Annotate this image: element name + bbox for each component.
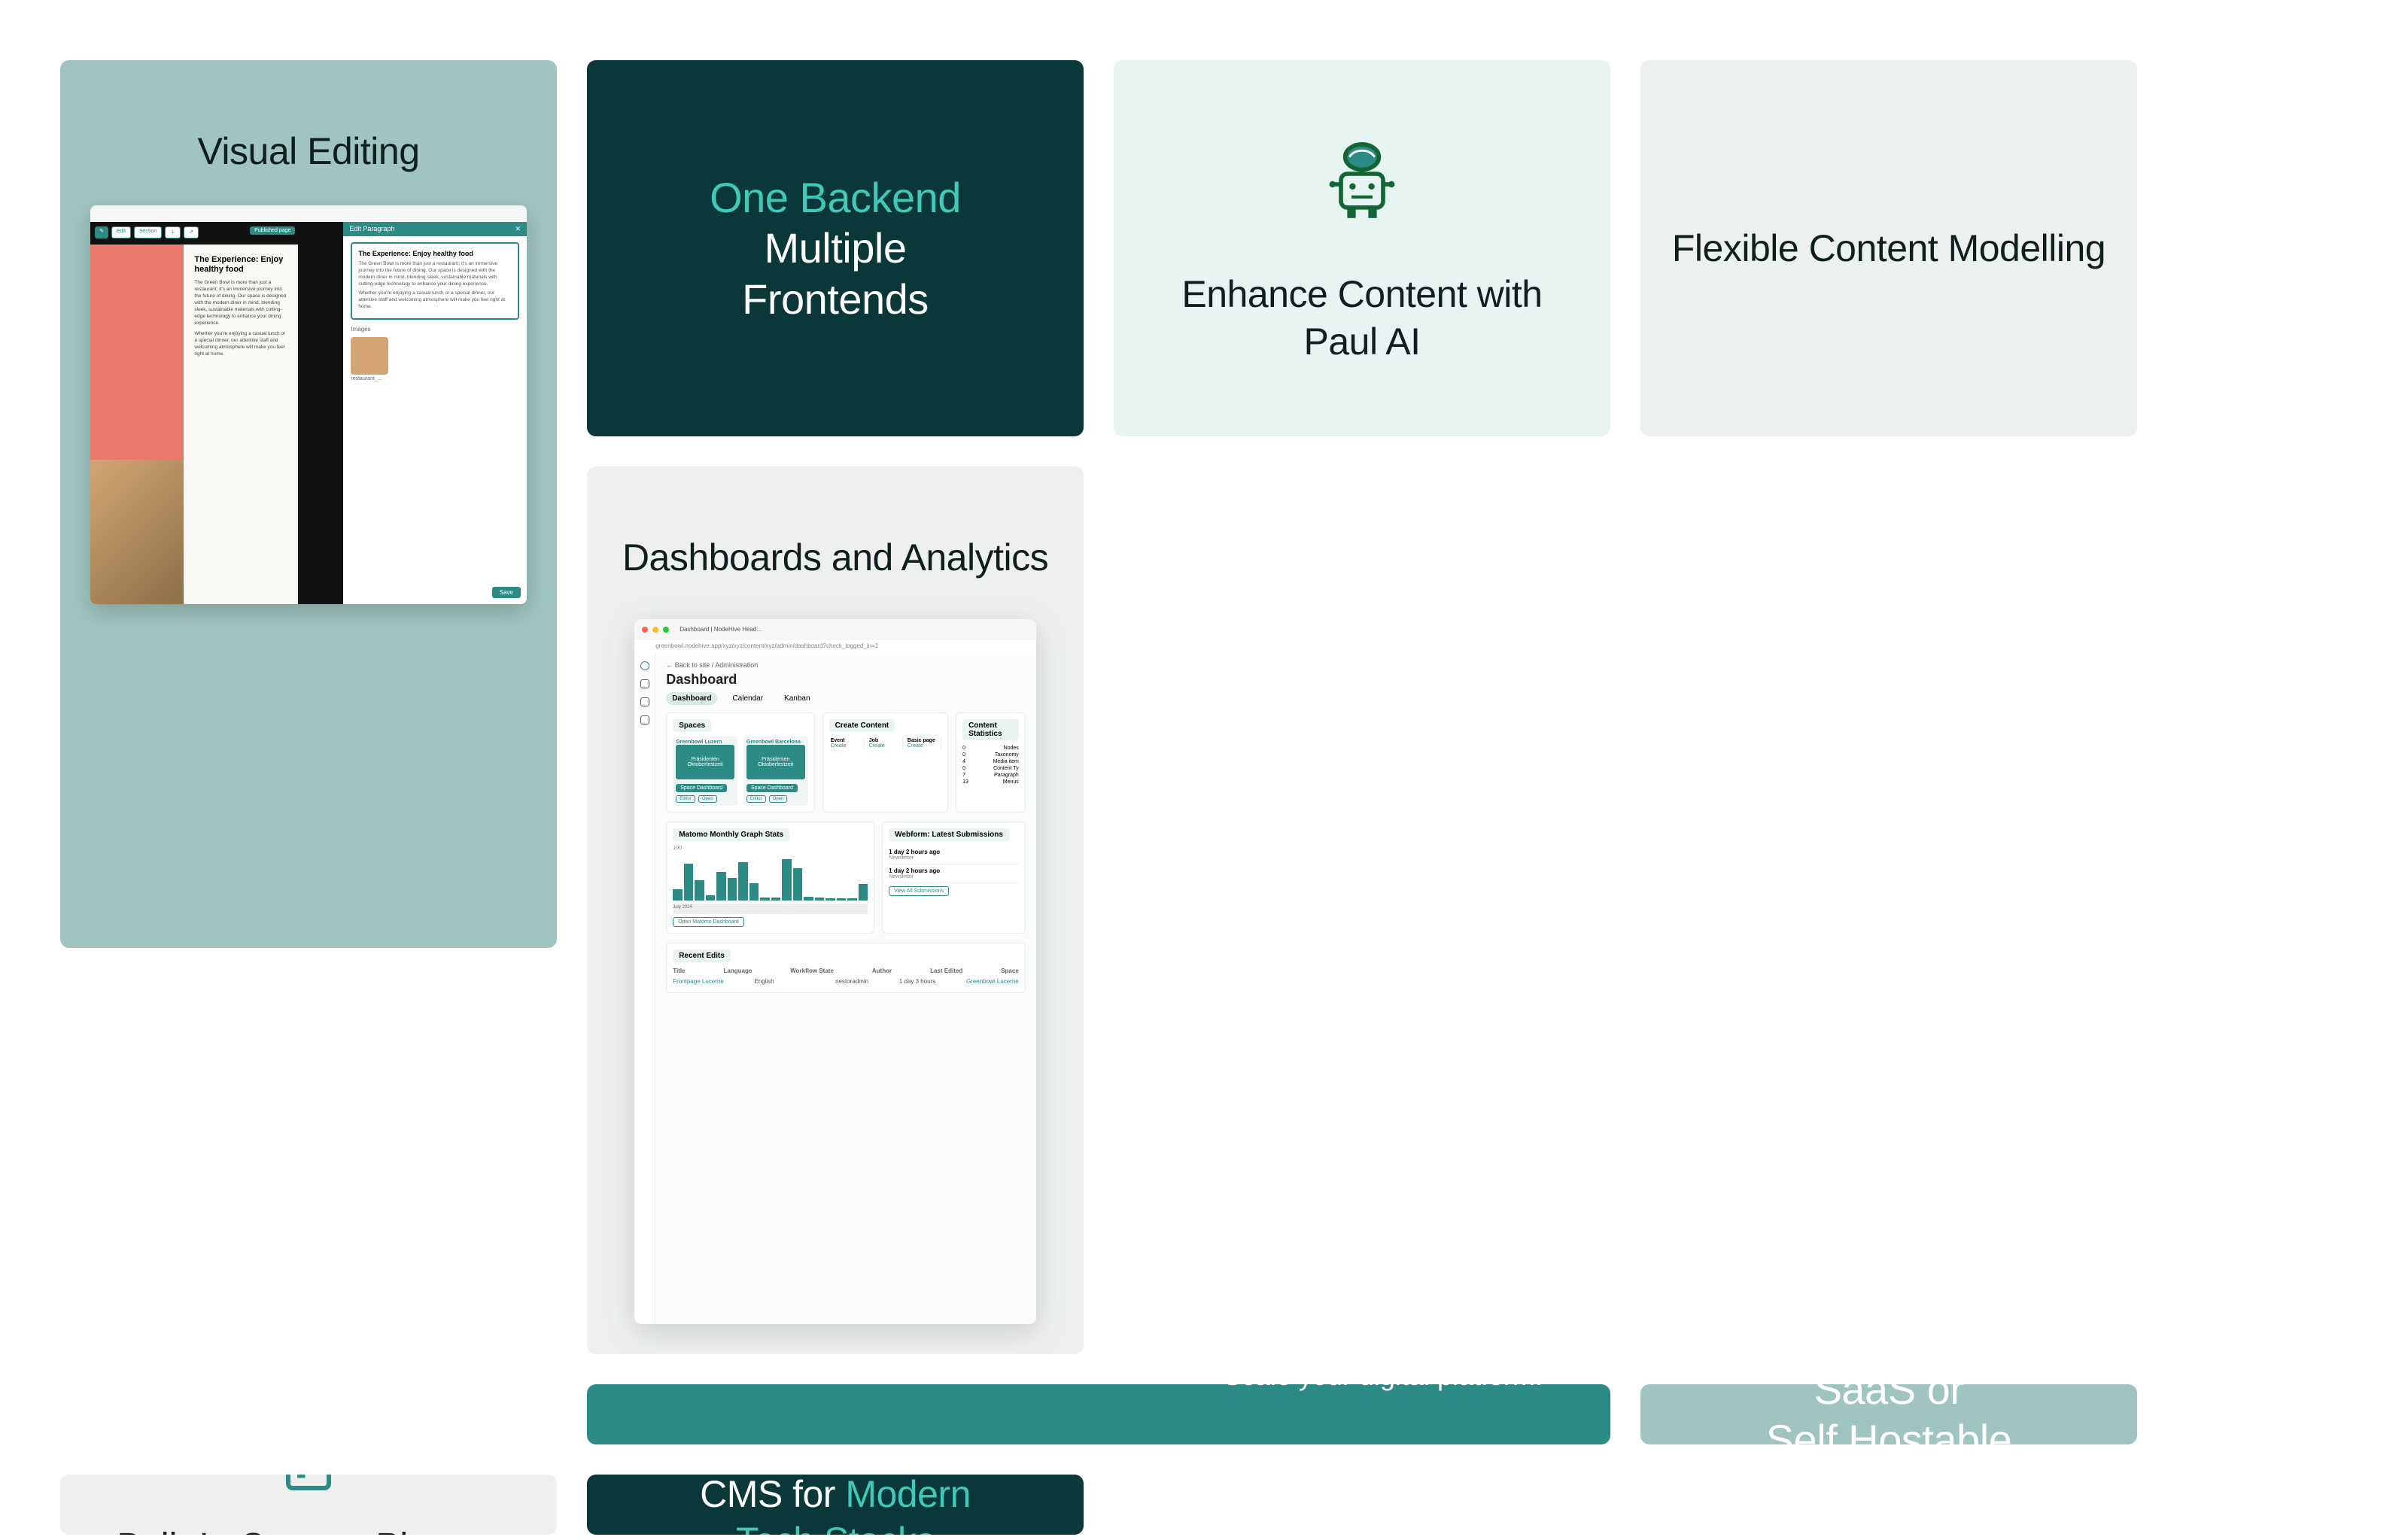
dashboard-tabs: Dashboard Calendar Kanban bbox=[666, 692, 1026, 705]
recent-edits-panel: Recent Edits TitleLanguage Workflow Stat… bbox=[666, 943, 1026, 993]
images-label: Images bbox=[351, 326, 519, 333]
ideal-l2a: Modern bbox=[845, 1475, 971, 1515]
open-matomo-button[interactable]: Open Matomo Dashboard bbox=[673, 917, 744, 927]
page-title: Dashboard bbox=[666, 672, 1026, 688]
nav-icon[interactable] bbox=[640, 715, 649, 724]
published-badge: Published page bbox=[250, 226, 295, 235]
sidebar bbox=[634, 654, 655, 1325]
edit-panel: Edit Paragraph ✕ The Experience: Enjoy he… bbox=[343, 222, 527, 604]
page-hero-body1: The Green Bowl is more than just a resta… bbox=[194, 279, 287, 327]
toolbar-open[interactable]: ↗ bbox=[184, 226, 199, 238]
space-dashboard-button[interactable]: Space Dashboard bbox=[746, 784, 798, 792]
browser-tab-title: Dashboard | NodeHive Head... bbox=[680, 626, 762, 633]
page-hero-body2: Whether you're enjoying a casual lunch o… bbox=[194, 330, 287, 357]
card-paul-ai: Enhance Content with Paul AI bbox=[1114, 60, 1610, 436]
backend-line1: One Backend bbox=[710, 172, 961, 223]
planner-title: Built-In Content Planner bbox=[117, 1524, 500, 1535]
space-dashboard-button[interactable]: Space Dashboard bbox=[676, 784, 727, 792]
view-submissions-button[interactable]: View All Submissions bbox=[889, 886, 949, 896]
toolbar-add[interactable]: ＋ bbox=[165, 226, 181, 238]
nav-icon[interactable] bbox=[640, 679, 649, 688]
breadcrumb[interactable]: ← Back to site / Administration bbox=[666, 661, 1026, 669]
brand-tagline: Scale your digital platform. bbox=[1224, 1384, 1543, 1392]
visual-title: Visual Editing bbox=[197, 128, 419, 175]
create-content-panel: Create Content EventCreate JobCreate Bas… bbox=[822, 712, 948, 813]
card-one-backend: One Backend Multiple Frontends bbox=[587, 60, 1084, 436]
page-preview: The Experience: Enjoy healthy food The G… bbox=[90, 245, 298, 604]
backend-line2a: Multiple bbox=[710, 223, 961, 273]
space-card[interactable]: Greenbowl Barcelona Präsidenten Oktoberf… bbox=[743, 737, 808, 806]
calendar-icon bbox=[281, 1475, 336, 1499]
nav-icon[interactable] bbox=[640, 697, 649, 706]
saas-line2: Self Hostable bbox=[1766, 1414, 2012, 1444]
spaces-panel: Spaces Greenbowl Luzern Präsidenten Okto… bbox=[666, 712, 814, 813]
image-thumbnail[interactable] bbox=[351, 337, 388, 375]
card-nodehive-center: NodeHive Scale your digital platform. bbox=[587, 1384, 1610, 1444]
edit-text-field[interactable]: The Experience: Enjoy healthy food The G… bbox=[351, 242, 519, 320]
saas-line1: SaaS or bbox=[1766, 1384, 2012, 1414]
robot-icon bbox=[1309, 132, 1415, 241]
ideal-l2b: Tech Stacks bbox=[736, 1520, 935, 1535]
webform-panel: Webform: Latest Submissions 1 day 2 hour… bbox=[882, 822, 1026, 934]
backend-line2b: Frontends bbox=[710, 274, 961, 324]
visual-toolbar[interactable]: ✎ Edit Section ＋ ↗ bbox=[95, 226, 199, 238]
tab-dashboard[interactable]: Dashboard bbox=[666, 692, 717, 705]
edit-panel-title: Edit Paragraph bbox=[349, 225, 394, 233]
visual-editing-screenshot: ✎ Edit Section ＋ ↗ Published page The Ex… bbox=[90, 205, 527, 604]
ideal-l1c: CMS for bbox=[700, 1475, 845, 1515]
dash-title: Dashboards and Analytics bbox=[622, 534, 1048, 582]
card-dashboards: Dashboards and Analytics Dashboard | Nod… bbox=[587, 466, 1084, 1354]
matomo-graph-panel: Matomo Monthly Graph Stats 100 July 2024 bbox=[666, 822, 874, 934]
toolbar-edit[interactable]: Edit bbox=[111, 226, 131, 238]
logo-icon[interactable] bbox=[640, 661, 649, 670]
dashboard-screenshot: Dashboard | NodeHive Head... greenbowl.n… bbox=[634, 619, 1036, 1325]
card-visual-editing: Visual Editing ✎ Edit Section ＋ ↗ Publis… bbox=[60, 60, 557, 948]
tab-kanban[interactable]: Kanban bbox=[778, 692, 816, 705]
bar-chart bbox=[673, 851, 868, 904]
flex-title: Flexible Content Modelling bbox=[1672, 225, 2105, 272]
chart-month: July 2024 bbox=[673, 904, 868, 914]
save-button[interactable]: Save bbox=[492, 587, 521, 598]
food-image bbox=[90, 460, 184, 603]
page-hero-title: The Experience: Enjoy healthy food bbox=[194, 255, 287, 275]
card-saas: SaaS or Self Hostable bbox=[1640, 1384, 2137, 1444]
field-title: The Experience: Enjoy healthy food bbox=[358, 250, 512, 257]
content-stats-panel: Content Statistics 0Nodes 0Taxonomy 4Med… bbox=[956, 712, 1026, 813]
ai-title: Enhance Content with Paul AI bbox=[1144, 271, 1580, 365]
tab-calendar[interactable]: Calendar bbox=[726, 692, 769, 705]
toolbar-section[interactable]: Section bbox=[134, 226, 162, 238]
table-row[interactable]: Frontpage LucerneEnglish nestoradmin 1 d… bbox=[673, 977, 1019, 986]
space-card[interactable]: Greenbowl Luzern Präsidenten Oktoberfest… bbox=[673, 737, 737, 806]
url-bar[interactable]: greenbowl.nodehive.app/xyz/xyz/content/x… bbox=[649, 641, 1029, 653]
card-content-planner: Built-In Content Planner bbox=[60, 1475, 557, 1535]
toolbar-edit-icon[interactable]: ✎ bbox=[95, 226, 108, 238]
close-icon[interactable]: ✕ bbox=[515, 225, 521, 233]
card-flexible-content: Flexible Content Modelling bbox=[1640, 60, 2137, 436]
card-ideal-cms: The Ideal Open Source Headless CMS for M… bbox=[587, 1475, 1084, 1535]
